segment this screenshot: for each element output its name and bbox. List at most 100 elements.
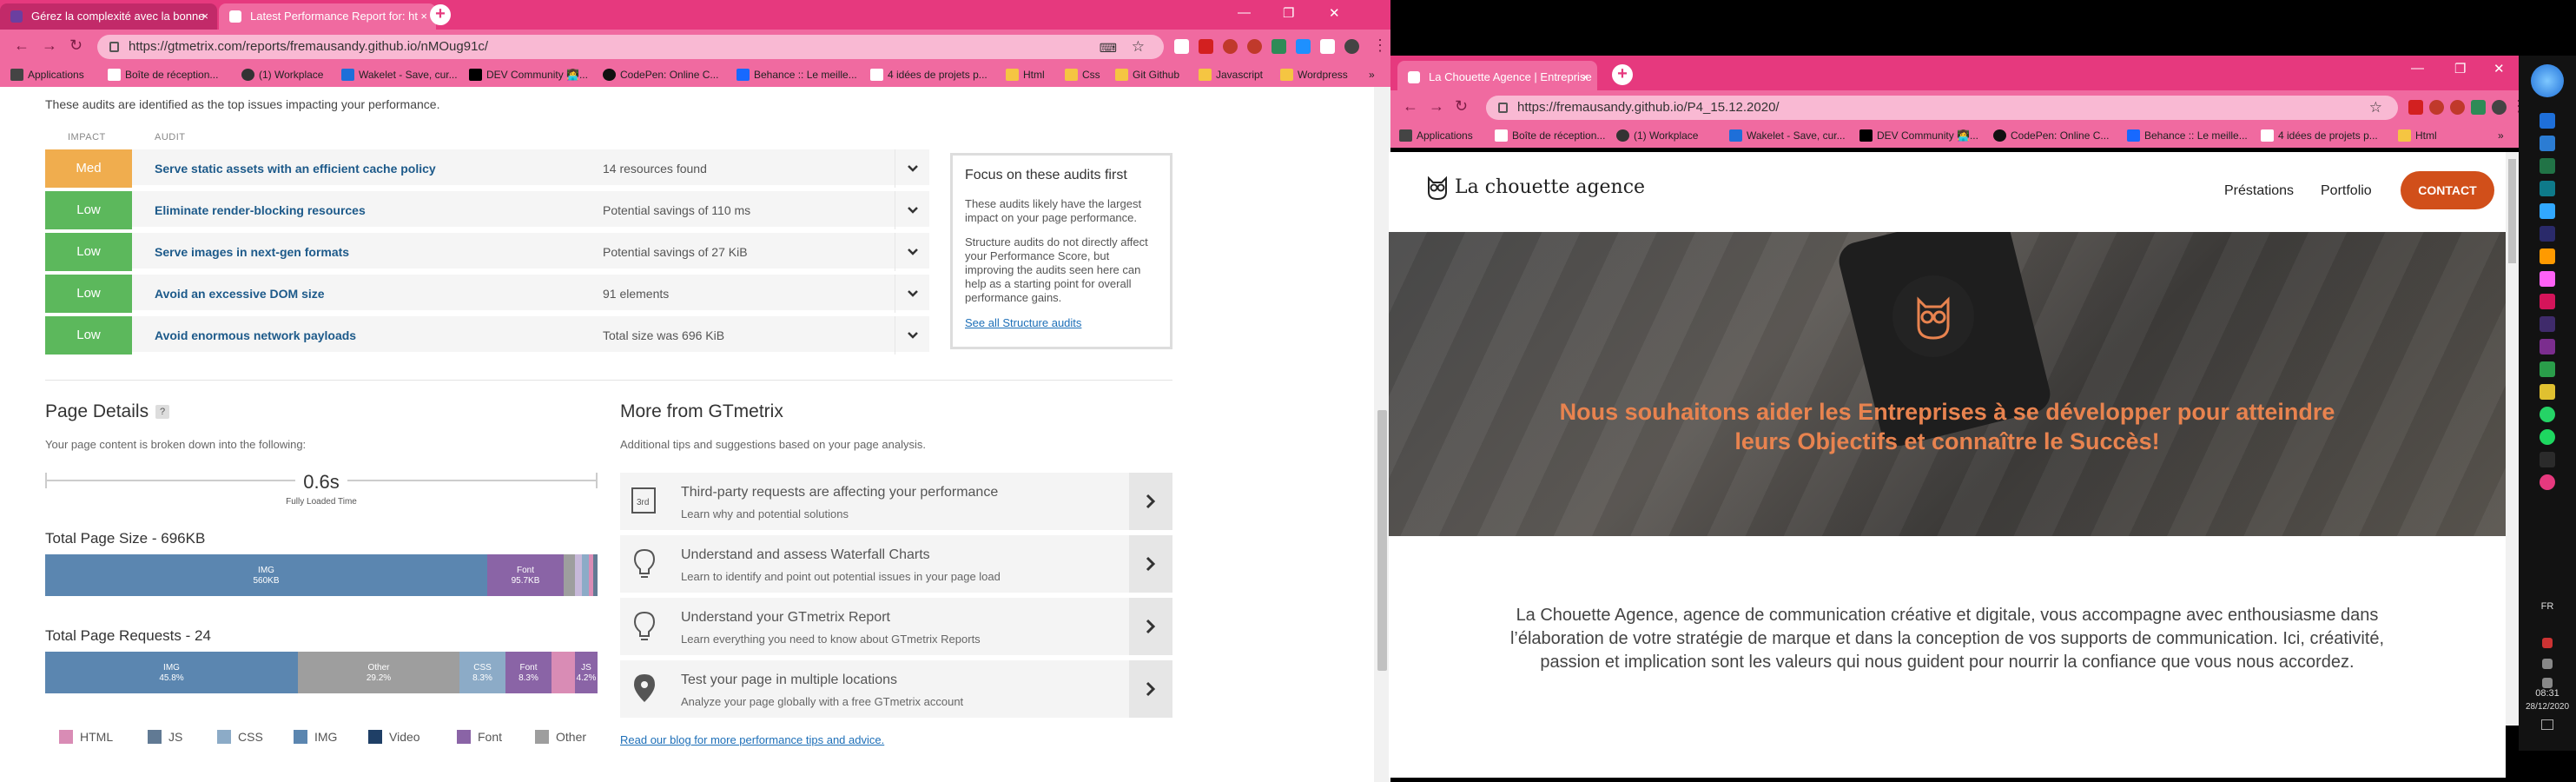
bookmark-folder[interactable]: Css: [1065, 69, 1100, 81]
back-arrow-icon[interactable]: ←: [1403, 98, 1418, 114]
chevron-right-icon[interactable]: [1129, 535, 1172, 593]
taskbar-app-icon[interactable]: [2540, 452, 2555, 467]
scrollbar-thumb[interactable]: [1377, 410, 1387, 671]
nav-prestations[interactable]: Préstations: [2224, 183, 2294, 199]
bookmarks-more-button[interactable]: »: [2498, 129, 2504, 142]
bookmark-item[interactable]: CodePen: Online C...: [603, 69, 718, 81]
bookmark-folder[interactable]: Wordpress: [1280, 69, 1348, 81]
clock-date[interactable]: 28/12/2020: [2519, 702, 2576, 712]
taskbar-app-icon[interactable]: [2540, 158, 2555, 174]
blocker-icon[interactable]: [2429, 100, 2444, 115]
taskbar-app-icon[interactable]: [2540, 181, 2555, 196]
blocker-icon[interactable]: [1223, 39, 1238, 54]
reload-icon[interactable]: ↻: [1455, 98, 1468, 114]
tab-close-icon[interactable]: ×: [201, 3, 208, 30]
scrollbar-thumb[interactable]: [2508, 159, 2516, 263]
audit-title[interactable]: Avoid enormous network payloads: [155, 328, 356, 342]
menu-kebab-icon[interactable]: ⋮: [1372, 37, 1388, 53]
address-bar[interactable]: https://fremausandy.github.io/P4_15.12.2…: [1486, 96, 2398, 120]
bookmark-item[interactable]: 4 idées de projets p...: [870, 69, 987, 81]
extension-icon-2[interactable]: [1271, 39, 1286, 54]
taskbar-app-icon[interactable]: [2540, 339, 2555, 355]
taskbar-app-icon[interactable]: [2540, 316, 2555, 332]
bookmark-item[interactable]: DEV Community 👩‍💻...: [1859, 129, 1978, 142]
audit-title[interactable]: Eliminate render-blocking resources: [155, 203, 366, 217]
chevron-right-icon[interactable]: [1129, 473, 1172, 530]
audit-row[interactable]: Low Eliminate render-blocking resources Po…: [45, 191, 929, 229]
adobe-icon[interactable]: [2408, 100, 2423, 115]
forward-arrow-icon[interactable]: →: [1429, 98, 1444, 114]
minimize-button[interactable]: —: [1238, 5, 1251, 20]
taskbar-app-icon[interactable]: [2540, 294, 2555, 309]
taskbar-app-icon[interactable]: [2540, 136, 2555, 151]
blocker-icon-2[interactable]: [1247, 39, 1262, 54]
bookmark-item[interactable]: Boîte de réception...: [108, 69, 218, 81]
audit-row[interactable]: Low Avoid an excessive DOM size 91 element…: [45, 275, 929, 313]
bookmark-item[interactable]: Boîte de réception...: [1495, 129, 1605, 142]
bookmark-item[interactable]: Applications: [10, 69, 84, 81]
tab-gtmetrix-report[interactable]: Latest Performance Report for: ht ×: [219, 3, 436, 30]
new-tab-button[interactable]: +: [1612, 64, 1633, 85]
taskbar-app-icon[interactable]: [2540, 113, 2555, 129]
audit-row[interactable]: Low Avoid enormous network payloads Total …: [45, 316, 929, 355]
tab-gerez-complexite[interactable]: Gérez la complexité avec la bonne ×: [0, 3, 217, 30]
bookmark-folder[interactable]: Html: [1006, 69, 1045, 81]
new-tab-button[interactable]: +: [430, 4, 451, 25]
bookmark-folder[interactable]: Javascript: [1199, 69, 1263, 81]
whatsapp-icon[interactable]: [2540, 407, 2555, 422]
clock-time[interactable]: 08:31: [2519, 688, 2576, 699]
audit-row[interactable]: Low Serve images in next-gen formats Poten…: [45, 233, 929, 271]
bookmark-item[interactable]: DEV Community 👩‍💻...: [469, 69, 588, 81]
audit-row[interactable]: Med Serve static assets with an efficient…: [45, 149, 929, 188]
bookmarks-more-button[interactable]: »: [1369, 69, 1375, 81]
help-icon[interactable]: ?: [155, 405, 170, 420]
maximize-button[interactable]: ❐: [2454, 61, 2466, 76]
taskbar-app-icon[interactable]: [2540, 203, 2555, 219]
more-item[interactable]: Understand and assess Waterfall Charts Le…: [620, 535, 1172, 593]
tab-la-chouette-agence[interactable]: La Chouette Agence | Entreprise ×: [1397, 61, 1597, 94]
bookmark-star-icon[interactable]: ☆: [2369, 96, 2382, 120]
contact-button[interactable]: CONTACT: [2401, 171, 2494, 209]
minimize-button[interactable]: —: [2411, 61, 2424, 76]
audit-title[interactable]: Serve static assets with an efficient ca…: [155, 162, 436, 176]
puzzle-icon[interactable]: [1320, 39, 1335, 54]
chevron-down-icon[interactable]: [895, 233, 929, 271]
extension-icon-3[interactable]: [1296, 39, 1311, 54]
more-item[interactable]: Test your page in multiple locations Anal…: [620, 660, 1172, 718]
maximize-button[interactable]: ❐: [1283, 5, 1294, 21]
bookmark-item[interactable]: CodePen: Online C...: [1993, 129, 2109, 142]
structure-audits-link[interactable]: See all Structure audits: [965, 316, 1081, 329]
notifications-icon[interactable]: [2541, 719, 2553, 730]
chevron-right-icon[interactable]: [1129, 598, 1172, 655]
extension-icon[interactable]: [1174, 39, 1189, 54]
bookmark-item[interactable]: Applications: [1399, 129, 1473, 142]
chrome-icon[interactable]: [2540, 474, 2555, 490]
extension-icon[interactable]: [2471, 100, 2486, 115]
chevron-down-icon[interactable]: [895, 149, 929, 188]
tray-icon[interactable]: [2542, 638, 2553, 648]
bookmark-item[interactable]: Wakelet - Save, cur...: [1729, 129, 1846, 142]
blocker-icon-2[interactable]: [2450, 100, 2465, 115]
bookmark-item[interactable]: (1) Workplace: [1616, 129, 1698, 142]
bookmark-item[interactable]: 4 idées de projets p...: [2261, 129, 2378, 142]
forward-arrow-icon[interactable]: →: [42, 37, 57, 53]
bookmark-item[interactable]: Behance :: Le meille...: [736, 69, 857, 81]
volume-icon[interactable]: [2542, 678, 2553, 688]
chevron-down-icon[interactable]: [895, 191, 929, 229]
more-item[interactable]: Understand your GTmetrix Report Learn eve…: [620, 598, 1172, 655]
close-window-button[interactable]: ✕: [1329, 5, 1340, 21]
taskbar-app-icon[interactable]: [2540, 226, 2555, 242]
taskbar-app-icon[interactable]: [2540, 271, 2555, 287]
spotify-icon[interactable]: [2540, 429, 2555, 445]
avatar[interactable]: [2492, 100, 2507, 115]
bookmark-item[interactable]: Behance :: Le meille...: [2127, 129, 2248, 142]
input-language[interactable]: FR: [2519, 601, 2576, 612]
bookmark-star-icon[interactable]: ☆: [1132, 35, 1145, 59]
chevron-down-icon[interactable]: [895, 275, 929, 313]
adobe-icon[interactable]: [1199, 39, 1213, 54]
audit-title[interactable]: Serve images in next-gen formats: [155, 245, 349, 259]
network-icon[interactable]: [2542, 659, 2553, 669]
taskbar-app-icon[interactable]: [2540, 361, 2555, 377]
site-logo[interactable]: La chouette agence: [1425, 175, 1645, 201]
chevron-right-icon[interactable]: [1129, 660, 1172, 718]
